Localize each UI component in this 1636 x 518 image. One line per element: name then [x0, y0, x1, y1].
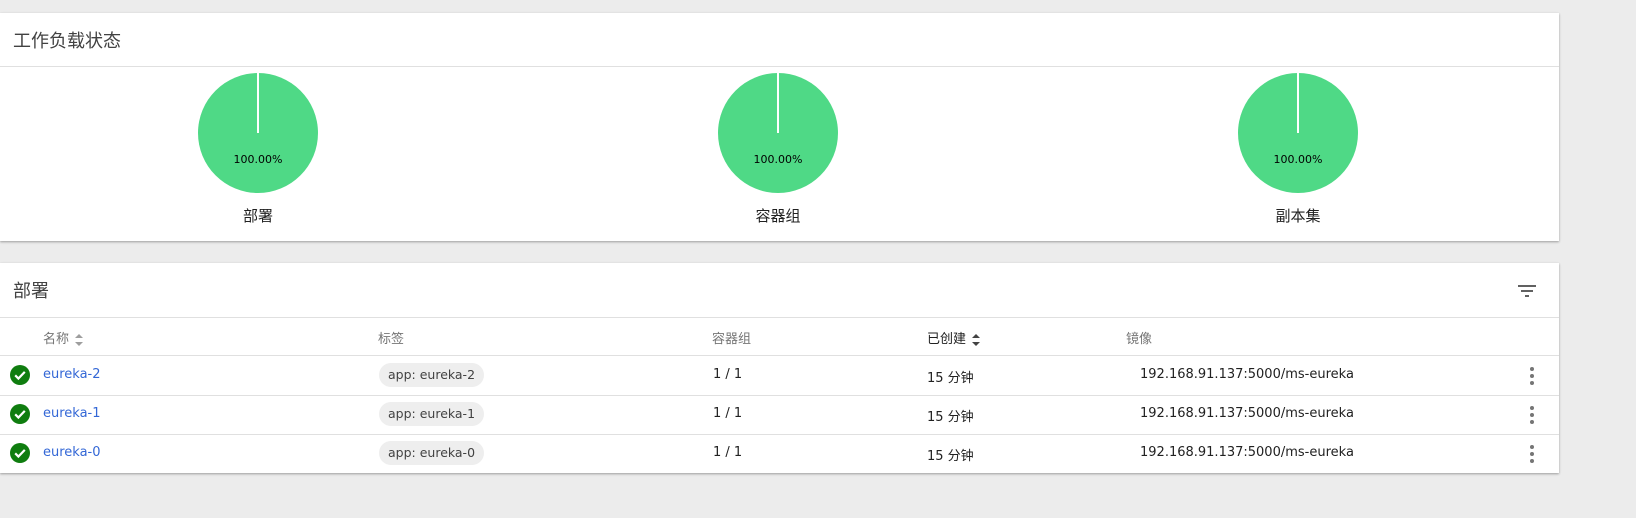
- more-vert-icon: [1530, 406, 1534, 410]
- more-vert-icon: [1530, 374, 1534, 378]
- check-circle-icon: [10, 443, 30, 463]
- workload-status-header: 工作负载状态: [0, 13, 1559, 67]
- pods-count: 1 / 1: [713, 367, 743, 382]
- pie-label: 部署: [242, 207, 273, 225]
- sort-icon: [75, 333, 84, 346]
- more-vert-icon: [1530, 459, 1534, 463]
- pie-start-line: [777, 73, 779, 133]
- created-age: 15 分钟: [927, 410, 974, 425]
- workload-status-card: 工作负载状态 100.00% 部署 100.00% 容器组 100.00% 副本…: [0, 13, 1559, 241]
- deployment-name-link[interactable]: eureka-0: [43, 445, 101, 460]
- pie-label: 副本集: [1275, 207, 1321, 225]
- row-menu-button[interactable]: [1525, 405, 1539, 425]
- filter-button[interactable]: [1515, 279, 1539, 303]
- column-header-created[interactable]: 已创建: [927, 328, 981, 347]
- pods-count: 1 / 1: [713, 406, 743, 421]
- more-vert-icon: [1530, 413, 1534, 417]
- more-vert-icon: [1530, 445, 1534, 449]
- column-header-label: 已创建: [927, 332, 967, 347]
- more-vert-icon: [1530, 367, 1534, 371]
- column-header-name[interactable]: 名称: [43, 328, 84, 347]
- image-name: 192.168.91.137:5000/ms-eureka: [1140, 445, 1354, 460]
- deployments-title: 部署: [13, 281, 49, 302]
- table-header: 名称 标签 容器组 已创建 镜像: [0, 318, 1559, 356]
- pie-chart-replica-sets: 100.00% 副本集: [1238, 73, 1358, 225]
- table-row: eureka-1 app: eureka-1 1 / 1 15 分钟 192.1…: [0, 395, 1559, 435]
- column-header-label: 名称: [43, 332, 70, 347]
- pods-count: 1 / 1: [713, 445, 743, 460]
- more-vert-icon: [1530, 381, 1534, 385]
- column-header-pods: 容器组: [712, 328, 751, 347]
- column-header-labels: 标签: [378, 328, 404, 347]
- check-circle-icon: [10, 404, 30, 424]
- more-vert-icon: [1530, 420, 1534, 424]
- label-chip: app: eureka-1: [379, 402, 485, 426]
- image-name: 192.168.91.137:5000/ms-eureka: [1140, 406, 1354, 421]
- pie-percent: 100.00%: [753, 153, 803, 166]
- column-header-label: 容器组: [712, 332, 752, 347]
- deployments-header: 部署: [0, 263, 1559, 318]
- deployment-name-link[interactable]: eureka-1: [43, 406, 101, 421]
- column-header-label: 镜像: [1126, 332, 1153, 347]
- pie-chart-pods: 100.00% 容器组: [718, 73, 838, 225]
- table-row: eureka-0 app: eureka-0 1 / 1 15 分钟 192.1…: [0, 434, 1559, 473]
- pie-percent: 100.00%: [233, 153, 283, 166]
- column-header-label: 标签: [378, 332, 405, 347]
- sort-icon: [972, 333, 981, 346]
- row-menu-button[interactable]: [1525, 444, 1539, 464]
- filter-icon: [1518, 285, 1536, 297]
- created-age: 15 分钟: [927, 371, 974, 386]
- table-row: eureka-2 app: eureka-2 1 / 1 15 分钟 192.1…: [0, 356, 1559, 396]
- row-menu-button[interactable]: [1525, 366, 1539, 386]
- workload-status-title: 工作负载状态: [13, 31, 121, 52]
- pie-percent: 100.00%: [1273, 153, 1323, 166]
- label-chip: app: eureka-0: [379, 441, 485, 465]
- check-circle-icon: [10, 365, 30, 385]
- pie-start-line: [1297, 73, 1299, 133]
- deployments-card: 部署 名称 标签 容器组 已创建 镜像 eureka-2 app: eureka…: [0, 263, 1559, 473]
- pie-chart-deployments: 100.00% 部署: [198, 73, 318, 225]
- created-age: 15 分钟: [927, 449, 974, 464]
- pie-start-line: [257, 73, 259, 133]
- label-chip: app: eureka-2: [379, 363, 485, 387]
- image-name: 192.168.91.137:5000/ms-eureka: [1140, 367, 1354, 382]
- column-header-image: 镜像: [1126, 328, 1152, 347]
- pie-label: 容器组: [755, 207, 801, 225]
- deployment-name-link[interactable]: eureka-2: [43, 367, 101, 382]
- more-vert-icon: [1530, 452, 1534, 456]
